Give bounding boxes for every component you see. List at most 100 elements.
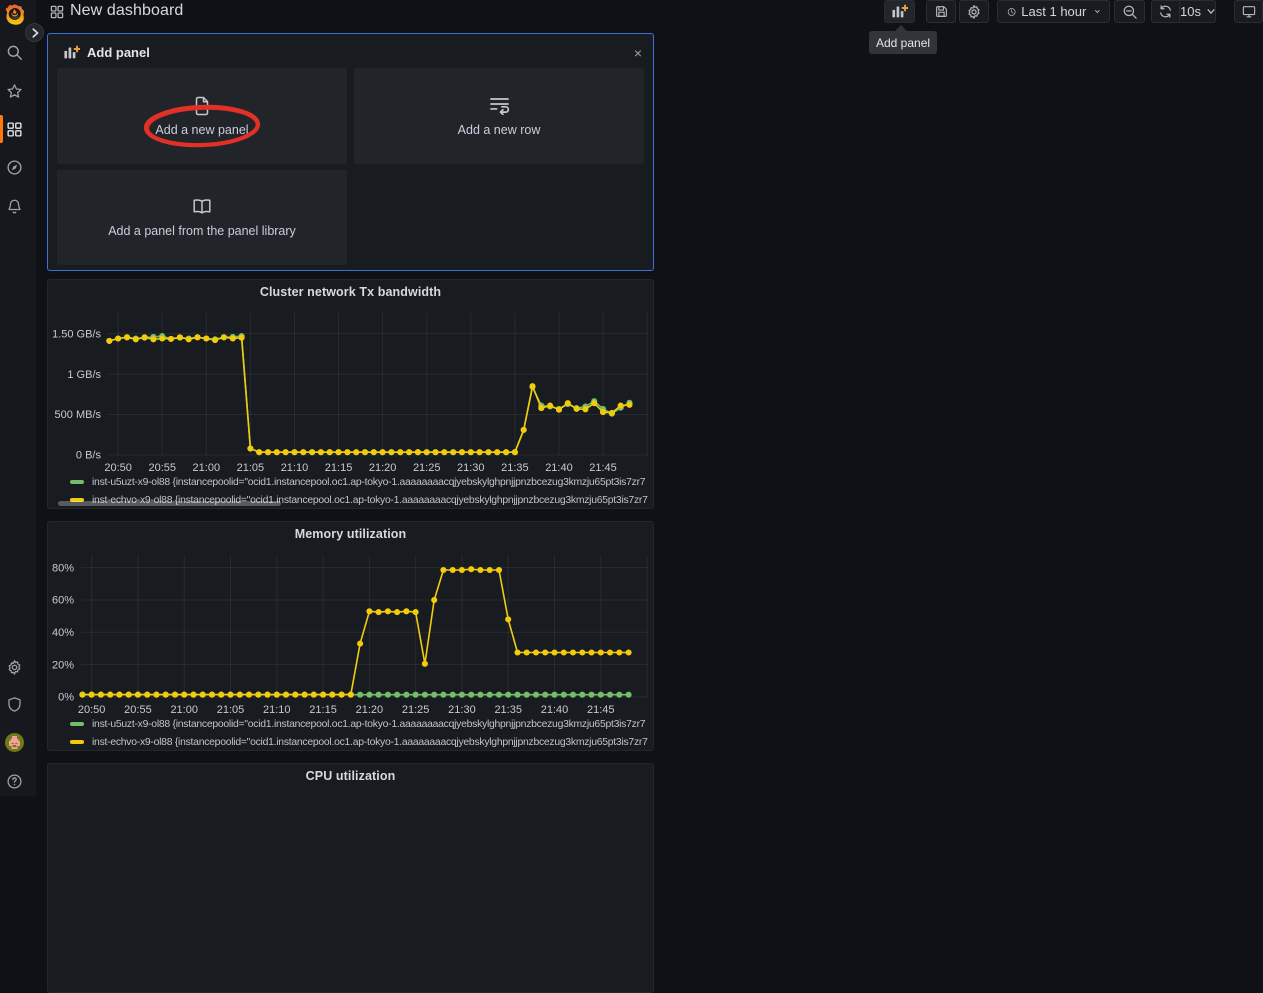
series-point — [172, 692, 178, 698]
grafana-logo[interactable] — [0, 1, 29, 27]
series-point — [300, 449, 306, 455]
series-point — [588, 692, 594, 698]
legend-swatch[interactable] — [70, 480, 84, 484]
sidebar-item-explore[interactable] — [0, 153, 29, 181]
legend-label[interactable]: inst-echvo-x9-ol88 {instancepoolid="ocid… — [92, 737, 648, 748]
y-axis-label: 0% — [58, 692, 74, 704]
refresh-interval-button[interactable]: 10s — [1180, 0, 1216, 23]
monitor-icon — [1241, 4, 1257, 19]
series-point — [570, 692, 576, 698]
sidebar-item-dashboards[interactable] — [0, 115, 29, 143]
legend-item[interactable]: inst-u5uzt-x9-ol88 {instancepoolid="ocid… — [70, 715, 648, 733]
series-point — [218, 692, 224, 698]
series-point — [344, 449, 350, 455]
series-point — [494, 449, 500, 455]
series-point — [431, 692, 437, 698]
series-point — [582, 406, 588, 412]
series-point — [422, 661, 428, 667]
series-point — [366, 608, 372, 614]
series-point — [291, 449, 297, 455]
zoom-out-button[interactable] — [1114, 0, 1145, 23]
series-point — [329, 692, 335, 698]
series-point — [477, 449, 483, 455]
series-point — [403, 692, 409, 698]
series-point — [538, 405, 544, 411]
add-panel-button[interactable] — [884, 0, 915, 23]
search-icon — [6, 44, 23, 61]
legend-label[interactable]: inst-u5uzt-x9-ol88 {instancepoolid="ocid… — [92, 477, 645, 488]
legend-item[interactable]: inst-echvo-x9-ol88 {instancepoolid="ocid… — [70, 491, 648, 509]
sidebar-item-help[interactable] — [0, 767, 29, 795]
add-new-panel-card[interactable]: Add a new panel — [57, 68, 347, 164]
series-point — [496, 692, 502, 698]
series-point — [598, 692, 604, 698]
add-panel-widget-title: Add panel — [87, 45, 150, 60]
series-point — [415, 449, 421, 455]
series-point — [542, 692, 548, 698]
add-panel-widget-header[interactable]: Add panel — [63, 45, 150, 60]
series-point — [459, 567, 465, 573]
save-icon — [934, 4, 949, 19]
series-point — [274, 449, 280, 455]
series-point — [424, 449, 430, 455]
sidebar-item-configuration[interactable] — [0, 653, 29, 681]
sidebar-item-profile[interactable] — [0, 728, 29, 756]
legend-label[interactable]: inst-u5uzt-x9-ol88 {instancepoolid="ocid… — [92, 719, 645, 730]
save-dashboard-button[interactable] — [926, 0, 956, 23]
series-line-0 — [109, 336, 629, 452]
series-point — [256, 449, 262, 455]
topbar: New dashboard Last 1 hour 10s Add panel — [36, 0, 1263, 24]
series-point — [579, 692, 585, 698]
series-point — [574, 406, 580, 412]
y-axis-label: 1 GB/s — [67, 369, 101, 381]
time-picker-button[interactable]: Last 1 hour — [997, 0, 1110, 23]
refresh-button[interactable] — [1151, 0, 1180, 23]
time-range-label: Last 1 hour — [1021, 4, 1086, 19]
series-point — [394, 609, 400, 615]
dashboard-settings-button[interactable] — [959, 0, 989, 23]
sidebar-item-starred[interactable] — [0, 77, 29, 105]
series-point — [533, 649, 539, 655]
file-icon — [193, 96, 211, 116]
legend-swatch[interactable] — [70, 722, 84, 726]
legend-item[interactable]: inst-u5uzt-x9-ol88 {instancepoolid="ocid… — [70, 473, 648, 491]
series-point — [230, 335, 236, 341]
series-point — [163, 692, 169, 698]
series-point — [203, 335, 209, 341]
series-point — [212, 337, 218, 343]
series-point — [116, 692, 122, 698]
series-point — [380, 449, 386, 455]
y-axis-label: 20% — [52, 659, 74, 671]
panel-title[interactable]: CPU utilization — [48, 769, 653, 783]
series-point — [221, 334, 227, 340]
legend-item[interactable]: inst-echvo-x9-ol88 {instancepoolid="ocid… — [70, 733, 648, 751]
series-point — [265, 449, 271, 455]
series-point — [106, 338, 112, 344]
legend-swatch[interactable] — [70, 740, 84, 744]
dashboard-title: New dashboard — [70, 2, 183, 20]
series-line-1 — [109, 337, 629, 452]
chart-legend: inst-u5uzt-x9-ol88 {instancepoolid="ocid… — [70, 715, 648, 751]
series-point — [591, 400, 597, 406]
series-point — [255, 692, 261, 698]
add-new-row-card[interactable]: Add a new row — [354, 68, 644, 164]
series-point — [505, 692, 511, 698]
series-point — [194, 334, 200, 340]
series-point — [440, 567, 446, 573]
series-point — [320, 692, 326, 698]
sidebar-expand-button[interactable] — [25, 23, 44, 42]
apps-grid-icon — [6, 121, 23, 138]
sidebar-item-search[interactable] — [0, 38, 29, 66]
series-point — [107, 692, 113, 698]
y-axis-label: 60% — [52, 595, 74, 607]
close-icon[interactable]: × — [630, 46, 646, 62]
kiosk-mode-button[interactable] — [1234, 0, 1263, 23]
sidebar-item-server-admin[interactable] — [0, 690, 29, 718]
series-point — [144, 692, 150, 698]
add-from-library-card[interactable]: Add a panel from the panel library — [57, 170, 347, 265]
series-point — [79, 692, 85, 698]
series-point — [376, 692, 382, 698]
legend-scrollbar[interactable] — [58, 501, 281, 506]
sidebar-item-alerting[interactable] — [0, 192, 29, 220]
series-point — [397, 449, 403, 455]
